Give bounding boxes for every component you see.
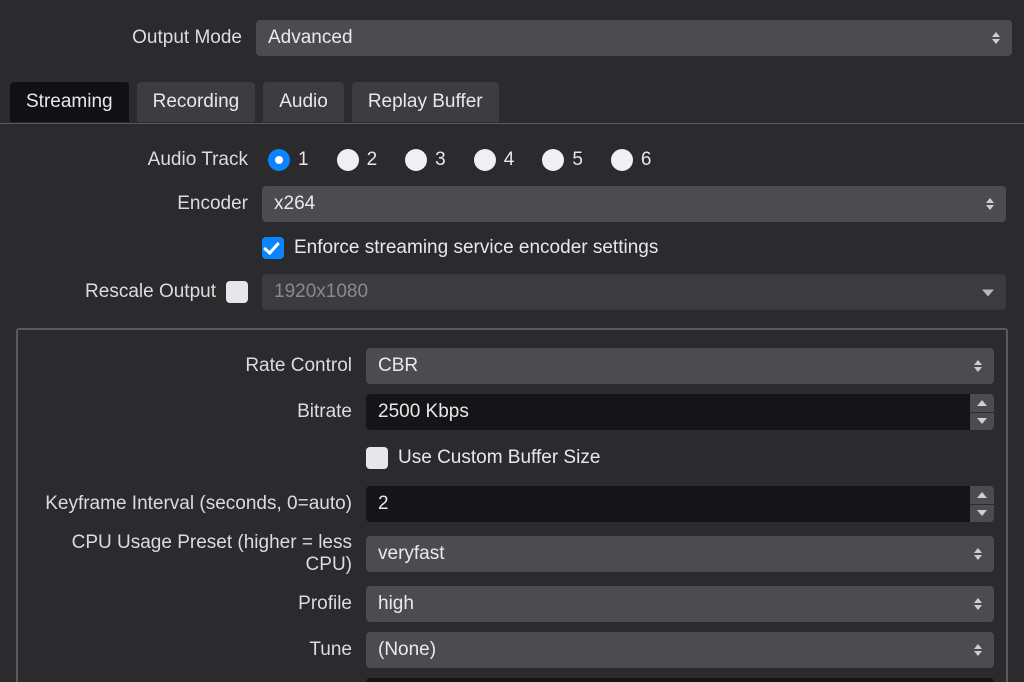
audio-track-label: Audio Track [0, 149, 262, 171]
enforce-row: Enforce streaming service encoder settin… [0, 230, 1024, 266]
bitrate-label: Bitrate [30, 401, 366, 423]
audio-track-num: 3 [435, 149, 446, 171]
rescale-select[interactable]: 1920x1080 [262, 274, 1006, 310]
select-updown-icon [968, 536, 988, 572]
encoder-select[interactable]: x264 [262, 186, 1006, 222]
tune-label: Tune [30, 639, 366, 661]
profile-select[interactable]: high [366, 586, 994, 622]
audio-track-num: 4 [504, 149, 515, 171]
enforce-checkbox[interactable] [262, 237, 284, 259]
custom-buffer-checkbox[interactable] [366, 447, 388, 469]
custom-buffer-label: Use Custom Buffer Size [398, 447, 600, 469]
audio-track-radio-5[interactable] [542, 149, 564, 171]
profile-row: Profile high [30, 586, 994, 622]
keyframe-input[interactable]: 2 [366, 486, 994, 522]
output-tabs: Streaming Recording Audio Replay Buffer [0, 80, 1024, 124]
cpu-preset-row: CPU Usage Preset (higher = less CPU) ver… [30, 532, 994, 576]
profile-value: high [378, 593, 414, 615]
tune-select[interactable]: (None) [366, 632, 994, 668]
tab-recording[interactable]: Recording [137, 82, 256, 122]
x264-opts-input[interactable] [366, 678, 994, 682]
keyframe-value: 2 [378, 493, 389, 515]
chevron-down-icon [982, 290, 994, 297]
rate-control-row: Rate Control CBR [30, 348, 994, 384]
enforce-label: Enforce streaming service encoder settin… [294, 237, 658, 259]
step-up-icon[interactable] [970, 394, 994, 412]
tab-label: Audio [279, 91, 328, 113]
audio-track-radios: 1 2 3 4 5 6 [262, 149, 651, 171]
audio-track-radio-6[interactable] [611, 149, 633, 171]
step-down-icon[interactable] [970, 505, 994, 523]
bitrate-input[interactable]: 2500 Kbps [366, 394, 994, 430]
bitrate-stepper[interactable] [970, 394, 994, 430]
encoder-settings-box: Rate Control CBR Bitrate 2500 Kbps [16, 328, 1008, 682]
select-updown-icon [968, 348, 988, 384]
cpu-preset-label: CPU Usage Preset (higher = less CPU) [30, 532, 366, 576]
rate-control-select[interactable]: CBR [366, 348, 994, 384]
rescale-checkbox[interactable] [226, 281, 248, 303]
encoder-row: Encoder x264 [0, 186, 1024, 222]
audio-track-radio-1[interactable] [268, 149, 290, 171]
tune-value: (None) [378, 639, 436, 661]
audio-track-num: 5 [572, 149, 583, 171]
cpu-preset-value: veryfast [378, 543, 445, 565]
rescale-label: Rescale Output [85, 281, 216, 303]
select-updown-icon [986, 20, 1006, 56]
select-updown-icon [968, 586, 988, 622]
audio-track-radio-3[interactable] [405, 149, 427, 171]
audio-track-num: 1 [298, 149, 309, 171]
select-updown-icon [980, 186, 1000, 222]
streaming-panel: Audio Track 1 2 3 4 5 6 Encoder x264 [0, 124, 1024, 328]
bitrate-value: 2500 Kbps [378, 401, 469, 423]
tab-label: Streaming [26, 91, 113, 113]
audio-track-num: 2 [367, 149, 378, 171]
audio-track-num: 6 [641, 149, 652, 171]
audio-track-radio-2[interactable] [337, 149, 359, 171]
encoder-label: Encoder [0, 193, 262, 215]
tab-replay-buffer[interactable]: Replay Buffer [352, 82, 499, 122]
rescale-value: 1920x1080 [274, 281, 368, 303]
tune-row: Tune (None) [30, 632, 994, 668]
rescale-row: Rescale Output 1920x1080 [0, 274, 1024, 310]
tab-label: Replay Buffer [368, 91, 483, 113]
cpu-preset-select[interactable]: veryfast [366, 536, 994, 572]
tab-audio[interactable]: Audio [263, 82, 344, 122]
x264-opts-row: x264 Options (separated by space) [30, 678, 994, 682]
output-mode-select[interactable]: Advanced [256, 20, 1012, 56]
keyframe-stepper[interactable] [970, 486, 994, 522]
step-down-icon[interactable] [970, 413, 994, 431]
profile-label: Profile [30, 593, 366, 615]
output-mode-value: Advanced [268, 27, 353, 49]
tab-label: Recording [153, 91, 240, 113]
bitrate-row: Bitrate 2500 Kbps [30, 394, 994, 430]
rate-control-value: CBR [378, 355, 418, 377]
step-up-icon[interactable] [970, 486, 994, 504]
custom-buffer-row: Use Custom Buffer Size [30, 440, 994, 476]
output-mode-label: Output Mode [0, 27, 256, 49]
encoder-value: x264 [274, 193, 315, 215]
select-updown-icon [968, 632, 988, 668]
audio-track-row: Audio Track 1 2 3 4 5 6 [0, 142, 1024, 178]
output-mode-row: Output Mode Advanced [0, 0, 1024, 80]
keyframe-row: Keyframe Interval (seconds, 0=auto) 2 [30, 486, 994, 522]
audio-track-radio-4[interactable] [474, 149, 496, 171]
keyframe-label: Keyframe Interval (seconds, 0=auto) [30, 493, 366, 515]
rate-control-label: Rate Control [30, 355, 366, 377]
tab-streaming[interactable]: Streaming [10, 82, 129, 122]
